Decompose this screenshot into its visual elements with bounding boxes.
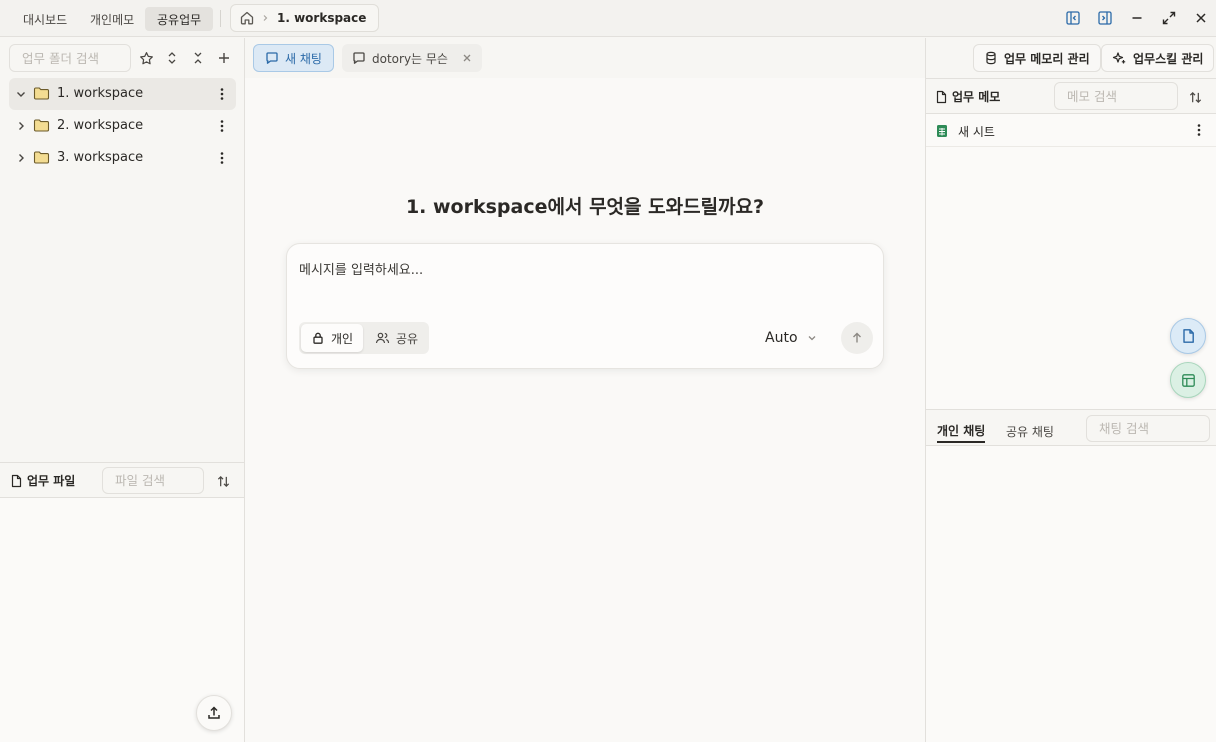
panel-right-icon[interactable]: [1095, 8, 1115, 28]
memo-search-input[interactable]: [1054, 82, 1178, 110]
chat-bubble-icon: [352, 51, 366, 65]
more-vertical-icon[interactable]: [213, 84, 231, 104]
tab-label: 새 채팅: [285, 51, 322, 66]
work-files-label: 업무 파일: [27, 474, 76, 488]
memory-manage-button[interactable]: 업무 메모리 관리: [973, 44, 1101, 72]
folder-item[interactable]: 3. workspace: [9, 142, 236, 174]
folder-name: 3. workspace: [57, 150, 144, 165]
work-memo-header: 업무 메모: [926, 78, 1216, 114]
panel-left-icon[interactable]: [1063, 8, 1083, 28]
chat-main: 새 채팅 dotory는 무슨 1. workspace에서 무엇을 도와드릴까…: [245, 38, 925, 742]
tab-personal-memo[interactable]: 개인메모: [78, 7, 146, 31]
work-memo-title: 업무 메모: [935, 88, 1000, 105]
chat-list-header: 개인 채팅 공유 채팅: [926, 409, 1216, 446]
chevron-right-icon: [261, 14, 269, 22]
tab-dashboard[interactable]: 대시보드: [11, 7, 79, 31]
document-icon: [1181, 328, 1196, 344]
folder-name: 1. workspace: [57, 86, 144, 101]
more-vertical-icon[interactable]: [1190, 120, 1208, 140]
scope-label: 공유: [396, 331, 419, 346]
folder-icon: [33, 86, 50, 101]
breadcrumb-current[interactable]: 1. workspace: [277, 11, 366, 25]
upload-icon: [206, 705, 222, 721]
sort-icon[interactable]: [213, 471, 233, 491]
skill-manage-label: 업무스킬 관리: [1133, 51, 1204, 66]
chevron-down-icon[interactable]: [14, 87, 28, 101]
message-input[interactable]: [299, 256, 869, 284]
sidebar: 1. workspace 2. workspace 3. workspace: [0, 38, 245, 742]
home-icon[interactable]: [239, 10, 255, 26]
lock-icon: [311, 331, 325, 345]
work-files-header: 업무 파일: [0, 462, 244, 498]
memo-name: 새 시트: [958, 125, 995, 139]
file-icon: [935, 90, 948, 104]
more-vertical-icon[interactable]: [213, 148, 231, 168]
send-button[interactable]: [841, 322, 873, 354]
database-icon: [984, 51, 998, 65]
tab-chat-dotory[interactable]: dotory는 무슨: [342, 44, 482, 72]
upload-button[interactable]: [196, 695, 232, 731]
memory-manage-label: 업무 메모리 관리: [1004, 51, 1090, 66]
folder-item[interactable]: 1. workspace: [9, 78, 236, 110]
new-document-button[interactable]: [1170, 318, 1206, 354]
minimize-icon[interactable]: [1127, 8, 1147, 28]
right-panel: 업무 메모리 관리 업무스킬 관리 업무 메모 새 시트: [925, 38, 1216, 742]
collapse-all-icon[interactable]: [188, 48, 208, 68]
breadcrumb: 1. workspace: [230, 4, 380, 32]
divider: [220, 10, 221, 27]
table-icon: [1181, 373, 1196, 388]
file-icon: [10, 474, 23, 488]
memo-list: 새 시트: [926, 114, 1216, 409]
tab-label: dotory는 무슨: [372, 51, 448, 66]
tab-shared-work[interactable]: 공유업무: [145, 7, 214, 31]
model-select[interactable]: Auto: [765, 326, 818, 350]
tab-shared-chat[interactable]: 공유 채팅: [1006, 419, 1054, 443]
chat-bubble-icon: [265, 51, 279, 65]
sort-icon[interactable]: [1185, 87, 1205, 107]
folder-icon: [33, 118, 50, 133]
close-tab-icon[interactable]: [462, 53, 472, 63]
title-bar: 대시보드 개인메모 공유업무 1. workspace: [0, 0, 1216, 37]
work-memo-label: 업무 메모: [952, 90, 1001, 104]
folder-name: 2. workspace: [57, 118, 144, 133]
chevron-right-icon[interactable]: [14, 151, 28, 165]
maximize-icon[interactable]: [1159, 8, 1179, 28]
new-sheet-button[interactable]: [1170, 362, 1206, 398]
scope-toggle: 개인 공유: [299, 322, 429, 354]
memo-item[interactable]: 새 시트: [926, 114, 1216, 147]
folder-item[interactable]: 2. workspace: [9, 110, 236, 142]
arrow-up-icon: [850, 331, 864, 345]
chat-list: [926, 446, 1216, 742]
close-icon[interactable]: [1191, 8, 1211, 28]
sheet-icon: [936, 124, 948, 138]
users-icon: [375, 331, 390, 345]
sparkle-icon: [1112, 51, 1127, 65]
scope-shared-button[interactable]: 공유: [365, 324, 428, 352]
chat-tab-bar: 새 채팅 dotory는 무슨: [245, 38, 925, 78]
add-folder-icon[interactable]: [214, 48, 234, 68]
skill-manage-button[interactable]: 업무스킬 관리: [1101, 44, 1215, 72]
tab-new-chat[interactable]: 새 채팅: [253, 44, 334, 72]
scope-personal-button[interactable]: 개인: [301, 324, 364, 352]
star-icon[interactable]: [136, 48, 156, 68]
model-value: Auto: [765, 330, 798, 346]
folder-search-input[interactable]: [9, 44, 131, 72]
chat-search-input[interactable]: [1086, 415, 1210, 442]
message-composer: 개인 공유 Auto: [286, 243, 884, 369]
work-files-title: 업무 파일: [10, 472, 75, 489]
scope-label: 개인: [331, 331, 354, 346]
expand-all-icon[interactable]: [162, 48, 182, 68]
welcome-heading: 1. workspace에서 무엇을 도와드릴까요?: [405, 196, 765, 218]
chevron-right-icon[interactable]: [14, 119, 28, 133]
chevron-down-icon: [806, 332, 818, 344]
more-vertical-icon[interactable]: [213, 116, 231, 136]
file-search-input[interactable]: [102, 467, 204, 494]
folder-icon: [33, 150, 50, 165]
tab-personal-chat[interactable]: 개인 채팅: [937, 419, 986, 443]
